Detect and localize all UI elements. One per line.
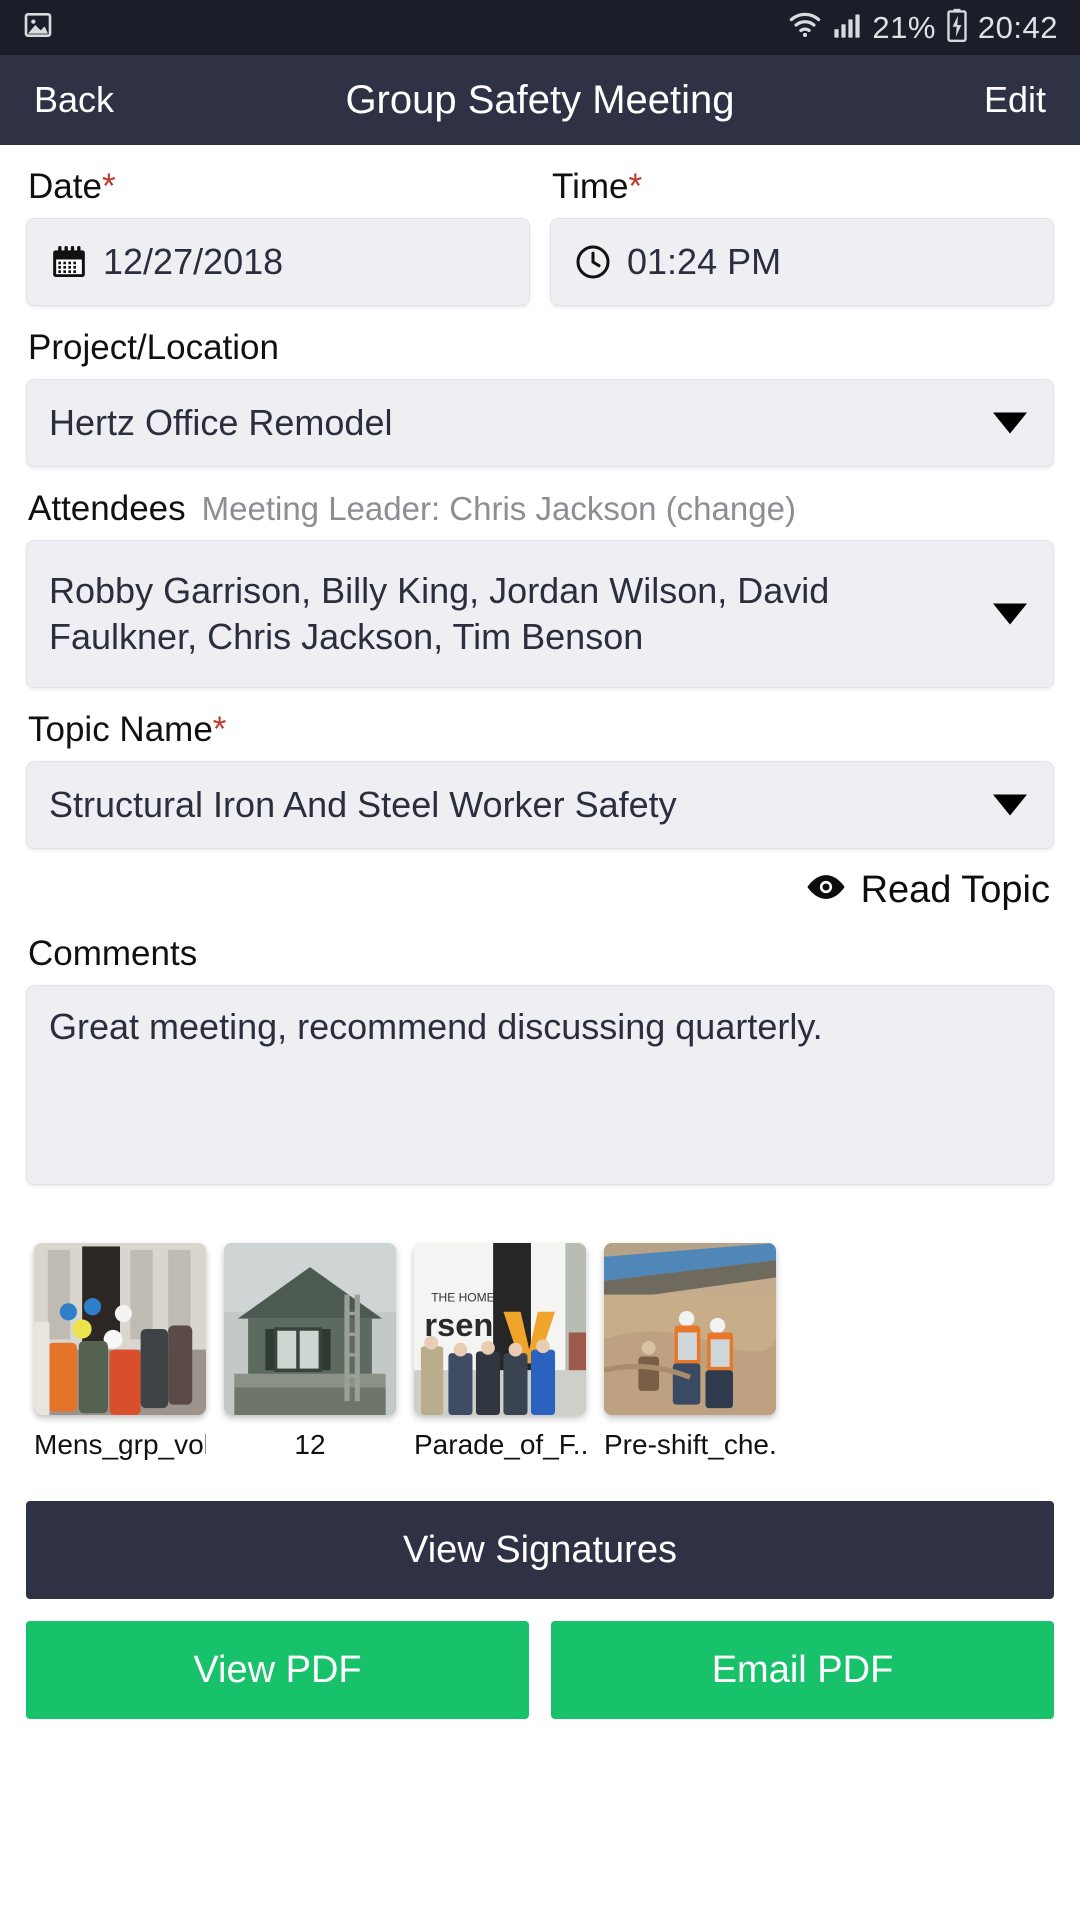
date-label: Date* bbox=[28, 167, 116, 206]
app-bar: Back Group Safety Meeting Edit bbox=[0, 55, 1080, 145]
clock-icon bbox=[573, 242, 613, 282]
status-bar: 21% 20:42 bbox=[0, 0, 1080, 55]
read-topic-button[interactable]: Read Topic bbox=[26, 869, 1050, 912]
svg-text:THE HOME: THE HOME bbox=[431, 1290, 495, 1304]
edit-button[interactable]: Edit bbox=[980, 73, 1050, 127]
topic-value: Structural Iron And Steel Worker Safety bbox=[49, 784, 677, 825]
date-group: Date* 12/27/2018 bbox=[26, 145, 530, 306]
attachment-item[interactable]: Pre-shift_che... bbox=[604, 1243, 776, 1461]
image-icon bbox=[22, 9, 54, 46]
project-dropdown[interactable]: Hertz Office Remodel bbox=[26, 379, 1054, 467]
attachment-thumbnail-image[interactable]: THE HOME rsen bbox=[414, 1243, 586, 1415]
chevron-down-icon bbox=[993, 794, 1027, 816]
signal-icon bbox=[832, 11, 862, 44]
attachment-caption: Parade_of_F... bbox=[414, 1429, 586, 1460]
date-field[interactable]: 12/27/2018 bbox=[26, 218, 530, 306]
status-bar-right: 21% 20:42 bbox=[788, 8, 1058, 47]
project-value: Hertz Office Remodel bbox=[49, 402, 393, 443]
view-pdf-button[interactable]: View PDF bbox=[26, 1621, 529, 1719]
page-title: Group Safety Meeting bbox=[345, 77, 735, 122]
pdf-button-row: View PDF Email PDF bbox=[26, 1621, 1054, 1719]
time-label: Time* bbox=[552, 167, 643, 206]
clock-label: 20:42 bbox=[977, 9, 1058, 45]
time-group: Time* 01:24 PM bbox=[550, 145, 1054, 306]
comments-value: Great meeting, recommend discussing quar… bbox=[49, 1006, 823, 1047]
attachment-thumbnails: Mens_grp_vol 12 THE HOME rsen Parade_of_… bbox=[26, 1243, 1054, 1461]
battery-percent-label: 21% bbox=[872, 9, 936, 45]
project-label: Project/Location bbox=[28, 328, 279, 367]
attendees-value: Robby Garrison, Billy King, Jordan Wilso… bbox=[49, 569, 830, 657]
attachment-thumbnail-image[interactable] bbox=[224, 1243, 396, 1415]
required-asterisk: * bbox=[101, 167, 116, 206]
attendees-label: Attendees bbox=[28, 489, 186, 528]
chevron-down-icon bbox=[993, 603, 1027, 625]
attachment-item[interactable]: 12 bbox=[224, 1243, 396, 1461]
chevron-down-icon bbox=[993, 412, 1027, 434]
attachment-caption: 12 bbox=[294, 1429, 326, 1460]
required-asterisk: * bbox=[628, 167, 643, 206]
date-value: 12/27/2018 bbox=[103, 241, 284, 282]
meeting-leader-note[interactable]: Meeting Leader: Chris Jackson (change) bbox=[202, 490, 796, 528]
attendees-header: Attendees Meeting Leader: Chris Jackson … bbox=[28, 489, 1054, 529]
status-bar-left bbox=[22, 9, 54, 46]
read-topic-label: Read Topic bbox=[860, 869, 1050, 911]
attendees-dropdown[interactable]: Robby Garrison, Billy King, Jordan Wilso… bbox=[26, 540, 1054, 688]
attachment-thumbnail-image[interactable] bbox=[604, 1243, 776, 1415]
calendar-icon bbox=[49, 242, 89, 282]
wifi-icon bbox=[788, 10, 822, 45]
form-content: Date* 12/27/2018 Time* 01:24 PM Project/… bbox=[0, 145, 1080, 1719]
attachment-item[interactable]: THE HOME rsen Parade_of_F... bbox=[414, 1243, 586, 1461]
back-button[interactable]: Back bbox=[30, 73, 118, 127]
time-value: 01:24 PM bbox=[627, 241, 782, 282]
date-time-row: Date* 12/27/2018 Time* 01:24 PM bbox=[26, 145, 1054, 306]
attachment-caption: Mens_grp_vol bbox=[34, 1429, 206, 1460]
attachment-caption: Pre-shift_che... bbox=[604, 1429, 776, 1460]
comments-textarea[interactable]: Great meeting, recommend discussing quar… bbox=[26, 985, 1054, 1185]
view-signatures-button[interactable]: View Signatures bbox=[26, 1501, 1054, 1599]
attachment-item[interactable]: Mens_grp_vol bbox=[34, 1243, 206, 1461]
attachment-thumbnail-image[interactable] bbox=[34, 1243, 206, 1415]
topic-dropdown[interactable]: Structural Iron And Steel Worker Safety bbox=[26, 761, 1054, 849]
required-asterisk: * bbox=[212, 710, 227, 749]
email-pdf-button[interactable]: Email PDF bbox=[551, 1621, 1054, 1719]
eye-icon bbox=[805, 869, 847, 912]
comments-label: Comments bbox=[28, 934, 198, 973]
topic-label: Topic Name* bbox=[28, 710, 227, 749]
time-field[interactable]: 01:24 PM bbox=[550, 218, 1054, 306]
battery-charging-icon bbox=[946, 8, 968, 47]
